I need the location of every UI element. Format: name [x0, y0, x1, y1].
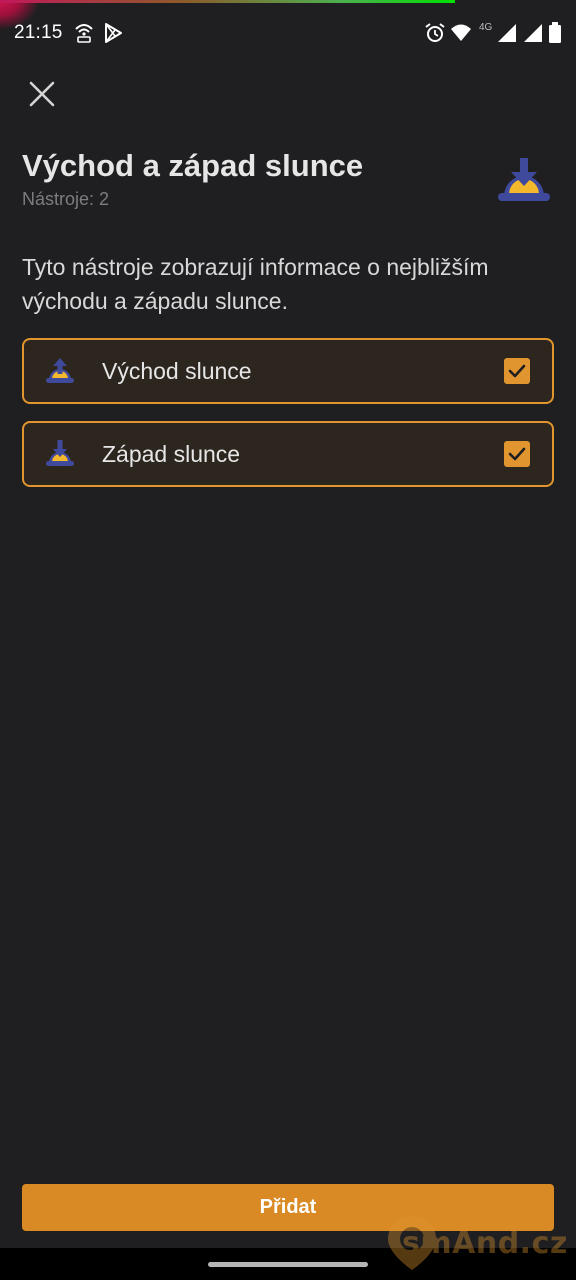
watermark: smAnd.cz [384, 1214, 574, 1276]
sunset-icon [44, 438, 76, 468]
alarm-icon [424, 22, 446, 44]
tool-item-sunset[interactable]: Západ slunce [22, 421, 554, 487]
tool-item-label: Východ slunce [102, 358, 252, 384]
signal-icon [522, 22, 544, 44]
wifi-icon [450, 22, 472, 44]
play-store-icon [102, 22, 124, 44]
tool-item-sunrise[interactable]: Východ slunce [22, 338, 554, 404]
home-handle[interactable] [208, 1262, 368, 1267]
status-time: 21:15 [14, 22, 63, 43]
hotspot-icon [73, 22, 95, 44]
tool-item-label: Západ slunce [102, 441, 241, 467]
battery-icon [548, 22, 562, 44]
status-bar: 21:15 4G [0, 0, 576, 64]
close-button[interactable] [24, 76, 60, 112]
page-title: Východ a západ slunce [22, 148, 364, 183]
signal-icon [496, 22, 518, 44]
tool-checkbox[interactable] [504, 358, 530, 384]
tools-count: Nástroje: 2 [22, 189, 110, 209]
checkmark-icon [508, 447, 526, 461]
screen: 21:15 4G Východ a západ slunce Nástroje:… [0, 0, 576, 1248]
sunrise-icon [44, 355, 76, 385]
tool-checkbox[interactable] [504, 441, 530, 467]
network-type-label: 4G [479, 22, 493, 33]
checkmark-icon [508, 364, 526, 378]
close-icon [29, 81, 55, 107]
watermark-text: smAnd.cz [402, 1226, 568, 1261]
sunset-icon [496, 152, 552, 204]
description-text: Tyto nástroje zobrazují informace o nejb… [22, 254, 489, 314]
